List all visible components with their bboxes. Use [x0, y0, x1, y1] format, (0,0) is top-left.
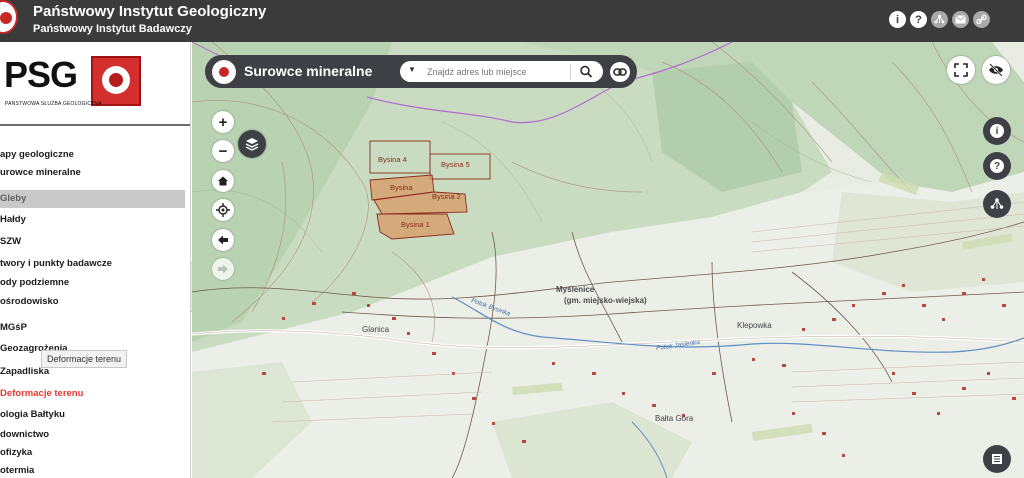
sidebar-item-wody-podziemne[interactable]: ody podziemne [0, 277, 69, 288]
claim-label-bysina-5: Bysina 5 [441, 160, 470, 169]
list-icon [992, 454, 1002, 464]
claim-label-bysina: Bysina [390, 183, 413, 192]
info-icon: i [990, 124, 1004, 138]
app-subtitle: Państwowy Instytut Badawczy [33, 23, 192, 35]
back-button[interactable] [212, 229, 234, 251]
claim-label-bysina-1: Bysina 1 [401, 220, 430, 229]
sidebar-item-geotermia[interactable]: otermia [0, 465, 34, 476]
top-icons: i ? [889, 11, 990, 28]
map-view[interactable]: Bysina 4 Bysina 5 Bysina Bysina 2 Bysina… [192, 42, 1024, 478]
search-icon[interactable] [577, 63, 595, 80]
tooltip: Deformacje terenu [41, 350, 128, 368]
psg-emblem [91, 56, 141, 106]
map-canvas [192, 42, 1024, 478]
top-bar: Państwowy Instytut Geologiczny Państwowy… [0, 0, 1024, 42]
sidebar-item-geosrodowisko[interactable]: ośrodowisko [0, 296, 59, 307]
sidebar-item-geologia-baltyku[interactable]: ologia Bałtyku [0, 409, 65, 420]
place-label-klepowka: Klepowka [737, 321, 772, 330]
home-icon [218, 176, 228, 186]
sidebar-item-surowce-mineralne[interactable]: urowce mineralne [0, 167, 81, 178]
sidebar-item-haldy[interactable]: Hałdy [0, 214, 26, 225]
map-share-button[interactable] [983, 190, 1011, 218]
pig-logo [0, 0, 18, 34]
sidebar-item-szw[interactable]: SZW [0, 236, 21, 247]
map-help-button[interactable]: ? [983, 152, 1011, 180]
place-label-myslenice: Myślenice [556, 285, 595, 294]
hide-layers-button[interactable] [982, 56, 1010, 84]
help-icon: ? [990, 159, 1004, 173]
sidebar-item-otwory[interactable]: twory i punkty badawcze [0, 258, 112, 269]
info-icon[interactable]: i [889, 11, 906, 28]
link-icon[interactable] [973, 11, 990, 28]
layers-icon [245, 138, 259, 151]
sidebar-item-gornictwo[interactable]: downictwo [0, 429, 49, 440]
sidebar-item-gleby[interactable]: Gleby [0, 190, 185, 208]
arrow-right-icon [218, 264, 228, 274]
sidebar-item-mapy-geologiczne[interactable]: apy geologiczne [0, 149, 74, 160]
crosshair-icon [216, 203, 230, 217]
sidebar-item-mgsp[interactable]: MGśP [0, 322, 27, 333]
help-icon[interactable]: ? [910, 11, 927, 28]
share-network-icon [990, 198, 1004, 209]
legend-button[interactable] [983, 445, 1011, 473]
map-info-button[interactable]: i [983, 117, 1011, 145]
sidebar: PSG PAŃSTWOWA SŁUŻBA GEOLOGICZNA apy geo… [0, 42, 191, 478]
home-button[interactable] [212, 170, 234, 192]
claim-label-bysina-2: Bysina 2 [432, 192, 461, 201]
search-field: ▼ [400, 61, 603, 82]
psg-logo: PSG PAŃSTWOWA SŁUŻBA GEOLOGICZNA [0, 52, 150, 112]
fullscreen-button[interactable] [947, 56, 975, 84]
share-link-icon[interactable] [610, 62, 630, 82]
search-source-dropdown-icon[interactable]: ▼ [408, 65, 416, 74]
psg-logo-subtext: PAŃSTWOWA SŁUŻBA GEOLOGICZNA [5, 101, 102, 107]
arrow-left-icon [218, 235, 228, 245]
zoom-out-icon: − [218, 142, 228, 160]
search-bar: Surowce mineralne ▼ [205, 55, 637, 88]
search-separator [570, 64, 571, 79]
zoom-in-icon: + [218, 113, 228, 131]
place-label-balta-gora: Bałta Góra [655, 414, 694, 423]
search-input[interactable] [427, 64, 567, 79]
eye-off-icon [989, 63, 1003, 77]
sidebar-divider [0, 124, 190, 126]
mail-icon[interactable] [952, 11, 969, 28]
map-app-title: Surowce mineralne [244, 63, 373, 79]
zoom-out-button[interactable]: − [212, 140, 234, 162]
sidebar-item-deformacje-terenu[interactable]: Deformacje terenu [0, 388, 83, 399]
share-network-icon[interactable] [931, 11, 948, 28]
place-label-glanica: Glanica [362, 325, 390, 334]
layers-button[interactable] [238, 130, 266, 158]
forward-button[interactable] [212, 258, 234, 280]
app-logo-icon [212, 60, 236, 84]
zoom-in-button[interactable]: + [212, 111, 234, 133]
place-label-gmina: (gm. miejsko-wiejska) [564, 296, 647, 305]
psg-logo-text: PSG [4, 54, 78, 95]
claim-label-bysina-4: Bysina 4 [378, 155, 407, 164]
locate-button[interactable] [212, 199, 234, 221]
sidebar-item-geofizyka[interactable]: ofizyka [0, 447, 32, 458]
fullscreen-icon [954, 63, 968, 77]
app-title: Państwowy Instytut Geologiczny [33, 3, 267, 20]
